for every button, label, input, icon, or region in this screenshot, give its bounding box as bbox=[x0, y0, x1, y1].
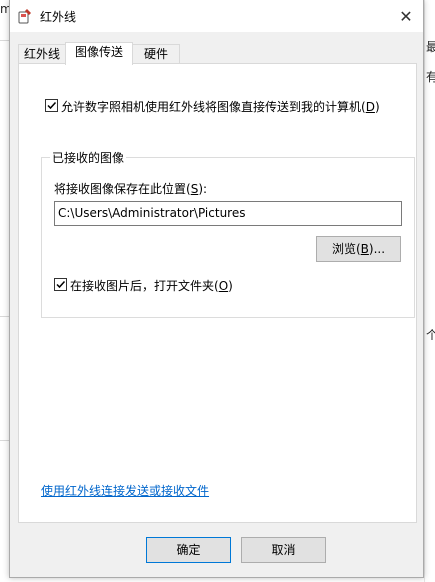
ok-button[interactable]: 确定 bbox=[146, 537, 231, 563]
close-button[interactable]: ✕ bbox=[389, 0, 423, 32]
title-bar: 红外线 ✕ bbox=[10, 0, 423, 32]
save-location-label: 将接收图像保存在此位置(S): bbox=[54, 180, 207, 197]
cancel-button[interactable]: 取消 bbox=[241, 537, 326, 563]
browse-label-suffix: )... bbox=[368, 242, 386, 256]
open-folder-access-key: O bbox=[218, 279, 229, 293]
checkmark-icon bbox=[56, 280, 66, 289]
allow-camera-checkbox[interactable] bbox=[45, 99, 58, 112]
infrared-app-icon bbox=[18, 8, 32, 24]
open-folder-checkbox[interactable] bbox=[54, 278, 67, 291]
background-text-fragment: 最 bbox=[426, 40, 435, 54]
browse-button[interactable]: 浏览(B)... bbox=[316, 236, 401, 262]
allow-camera-label-text: 允许数字照相机使用红外线将图像直接传送到我的计算机( bbox=[61, 100, 366, 114]
open-folder-label-suffix: ) bbox=[228, 279, 233, 293]
window-title: 红外线 bbox=[40, 10, 77, 24]
allow-camera-label-suffix: ) bbox=[374, 100, 380, 114]
tab-infrared[interactable]: 红外线 bbox=[18, 44, 66, 64]
browse-access-key: B bbox=[360, 242, 369, 256]
allow-camera-access-key: D bbox=[365, 100, 375, 114]
background-text-fragment: 个 bbox=[426, 328, 435, 342]
group-title: 已接收的图像 bbox=[50, 149, 127, 166]
infrared-dialog: 红外线 ✕ 红外线 图像传送 硬件 允许数字照相机使用红外线将图像直接传送到我的… bbox=[9, 0, 424, 578]
save-location-label-text: 将接收图像保存在此位置( bbox=[54, 182, 191, 196]
browse-label-text: 浏览( bbox=[331, 242, 361, 256]
open-folder-label[interactable]: 在接收图片后，打开文件夹(O) bbox=[70, 277, 233, 294]
tab-hardware[interactable]: 硬件 bbox=[132, 44, 180, 64]
save-path-input[interactable]: C:\Users\Administrator\Pictures bbox=[54, 201, 402, 226]
background-divider bbox=[0, 316, 9, 317]
tab-image-transfer[interactable]: 图像传送 bbox=[65, 42, 133, 65]
send-receive-files-link[interactable]: 使用红外线连接发送或接收文件 bbox=[41, 482, 209, 499]
close-icon: ✕ bbox=[399, 6, 413, 26]
background-text-fragment: 有 bbox=[426, 70, 435, 84]
open-folder-label-text: 在接收图片后，打开文件夹( bbox=[70, 279, 219, 293]
received-images-group: 已接收的图像 将接收图像保存在此位置(S): C:\Users\Administ… bbox=[41, 149, 415, 318]
allow-camera-label[interactable]: 允许数字照相机使用红外线将图像直接传送到我的计算机(D) bbox=[61, 98, 380, 115]
checkmark-icon bbox=[47, 101, 57, 110]
background-window-edge bbox=[424, 0, 435, 582]
save-location-label-suffix: ): bbox=[198, 182, 208, 196]
tab-panel-image-transfer: 允许数字照相机使用红外线将图像直接传送到我的计算机(D) 已接收的图像 将接收图… bbox=[18, 63, 417, 523]
background-divider bbox=[0, 40, 9, 41]
background-divider bbox=[0, 440, 9, 441]
